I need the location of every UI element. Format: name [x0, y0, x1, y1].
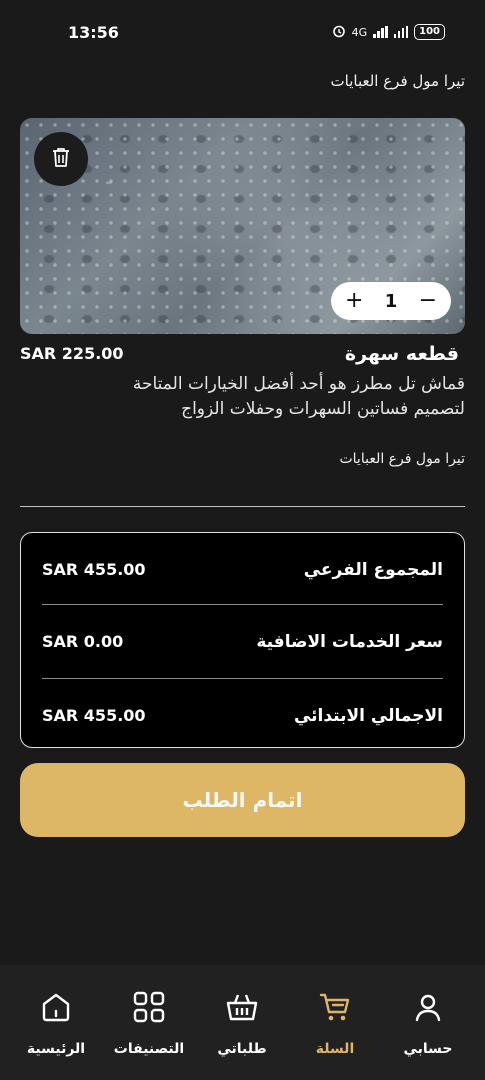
- nav-item-orders[interactable]: طلباتي: [197, 989, 287, 1057]
- network-indicator: 4G: [351, 25, 368, 39]
- item-description: قماش تل مطرز هو أحد أفضل الخيارات المتاح…: [132, 374, 465, 419]
- nav-item-account[interactable]: حسابي: [383, 989, 473, 1057]
- item-price: SAR 225.00: [20, 344, 124, 363]
- quantity-value: 1: [384, 290, 398, 312]
- nav-label-home: الرئيسية: [26, 1041, 86, 1057]
- nav-item-home[interactable]: الرئيسية: [11, 989, 101, 1057]
- divider: [20, 506, 465, 507]
- extra-services-label: سعر الخدمات الاضافية: [256, 631, 443, 652]
- status-bar: 13:56 4G 100: [0, 0, 485, 64]
- alarm-icon: [332, 24, 346, 41]
- battery-icon: 100: [414, 24, 445, 40]
- cart-icon: [317, 989, 353, 1025]
- nav-item-cart[interactable]: السلة: [290, 989, 380, 1057]
- nav-label-orders: طلباتي: [217, 1041, 267, 1057]
- extra-services-value: SAR 0.00: [42, 632, 124, 651]
- subtotal-label: المجموع الفرعي: [303, 559, 443, 580]
- nav-item-categories[interactable]: التصنيفات: [104, 989, 194, 1057]
- initial-total-value: SAR 455.00: [42, 706, 146, 725]
- quantity-stepper: + 1 −: [331, 282, 451, 320]
- checkout-button[interactable]: اتمام الطلب: [20, 763, 465, 837]
- bottom-navigation: الرئيسية التصنيفات طلباتي السلة حسابي: [0, 965, 485, 1080]
- user-icon: [410, 989, 446, 1025]
- product-image: + 1 −: [20, 118, 465, 334]
- subtotal-row: SAR 455.00 المجموع الفرعي: [42, 533, 443, 606]
- basket-icon: [224, 989, 260, 1025]
- decrease-quantity-button[interactable]: −: [419, 290, 437, 312]
- status-icons: 4G 100: [332, 24, 445, 41]
- home-icon: [38, 989, 74, 1025]
- order-summary: SAR 455.00 المجموع الفرعي SAR 0.00 سعر ا…: [20, 532, 465, 748]
- item-title: قطعه سهرة: [344, 343, 459, 365]
- nav-label-account: حسابي: [403, 1041, 453, 1057]
- nav-label-categories: التصنيفات: [113, 1041, 185, 1057]
- status-time: 13:56: [68, 22, 119, 42]
- grid-icon: [131, 989, 167, 1025]
- signal-icon: [373, 26, 388, 38]
- increase-quantity-button[interactable]: +: [345, 290, 363, 312]
- previous-item-vendor: تيرا مول فرع العبايات: [330, 72, 465, 90]
- extra-services-row: SAR 0.00 سعر الخدمات الاضافية: [42, 605, 443, 678]
- signal-icon-2: [393, 26, 409, 38]
- initial-total-label: الاجمالي الابتدائي: [293, 705, 443, 726]
- subtotal-value: SAR 455.00: [42, 560, 146, 579]
- item-vendor: تيرا مول فرع العبايات: [339, 451, 465, 467]
- trash-icon: [51, 146, 71, 172]
- delete-item-button[interactable]: [34, 132, 88, 186]
- nav-label-cart: السلة: [315, 1041, 355, 1057]
- initial-total-row: SAR 455.00 الاجمالي الابتدائي: [42, 679, 443, 752]
